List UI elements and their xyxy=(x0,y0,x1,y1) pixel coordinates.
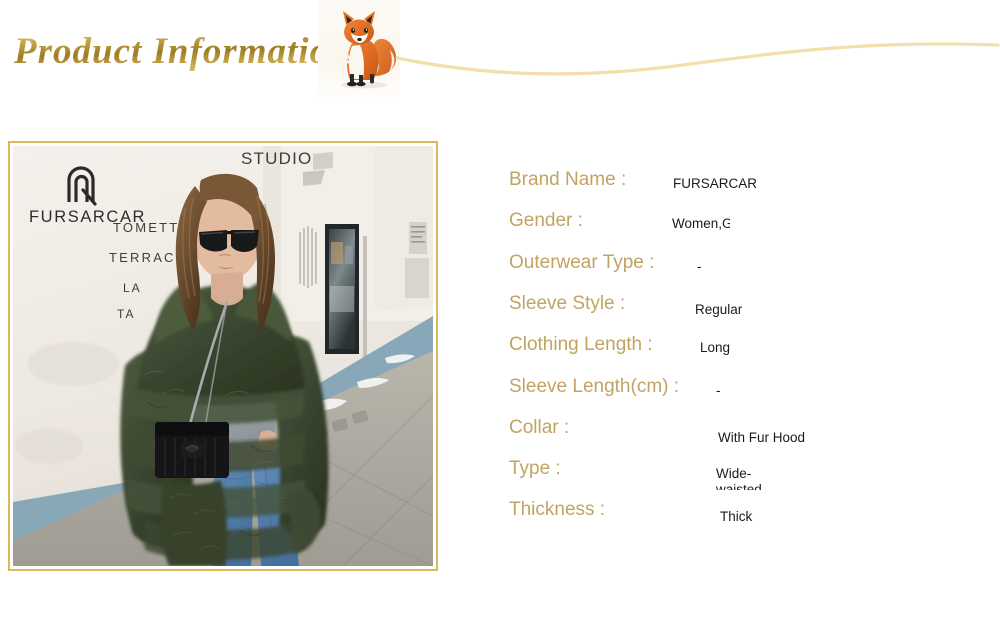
spec-value: FURSARCAR xyxy=(673,176,758,191)
spec-value: With Fur Hood xyxy=(718,429,806,445)
spec-value: Women,Girls,Ladies xyxy=(672,216,730,232)
spec-label: Sleeve Style : xyxy=(509,292,626,314)
spec-value: Wide-waisted xyxy=(716,466,762,491)
spec-label: Clothing Length : xyxy=(509,334,653,356)
product-photo: STUDIO TOMETTES TERRACO LA TA FURSARCAR xyxy=(13,146,433,566)
spec-row: Thickness : Thick xyxy=(509,498,979,539)
spec-row: Outerwear Type : - xyxy=(509,251,979,292)
spec-label: Sleeve Length(cm) : xyxy=(509,375,680,397)
svg-text:TA: TA xyxy=(117,307,135,321)
spec-label: Thickness : xyxy=(509,499,606,521)
wave-divider-icon xyxy=(395,42,1000,76)
spec-row: Brand Name : FURSARCAR xyxy=(509,168,979,209)
svg-text:FURSARCAR: FURSARCAR xyxy=(29,208,146,226)
page-title: Product Information xyxy=(14,31,351,72)
spec-row: Gender : Women,Girls,Ladies xyxy=(509,209,979,250)
spec-value: - xyxy=(716,382,721,398)
page-header: Product Information xyxy=(0,0,1000,120)
svg-text:STUDIO: STUDIO xyxy=(241,149,312,168)
spec-value: Thick xyxy=(720,509,753,525)
spec-label: Outerwear Type : xyxy=(509,251,655,273)
spec-label: Type : xyxy=(509,458,561,480)
spec-label: Collar : xyxy=(509,416,570,438)
spec-value: Regular xyxy=(695,301,743,317)
spec-value: Long xyxy=(700,340,731,356)
spec-row: Type : Wide-waisted xyxy=(509,457,979,498)
spec-value: - xyxy=(697,258,702,274)
spec-row: Collar : With Fur Hood xyxy=(509,416,979,457)
spec-label: Brand Name : xyxy=(509,169,627,190)
spec-label: Gender : xyxy=(509,210,583,232)
fox-icon xyxy=(340,11,397,89)
product-spec-list: Brand Name : FURSARCAR Gender : Women,Girls… xyxy=(509,168,979,548)
spec-row: Sleeve Style : Regular xyxy=(509,292,979,333)
spec-row: Clothing Length : Long xyxy=(509,333,979,374)
spec-row: Sleeve Length(cm) : - xyxy=(509,375,979,416)
svg-text:LA: LA xyxy=(123,281,142,295)
